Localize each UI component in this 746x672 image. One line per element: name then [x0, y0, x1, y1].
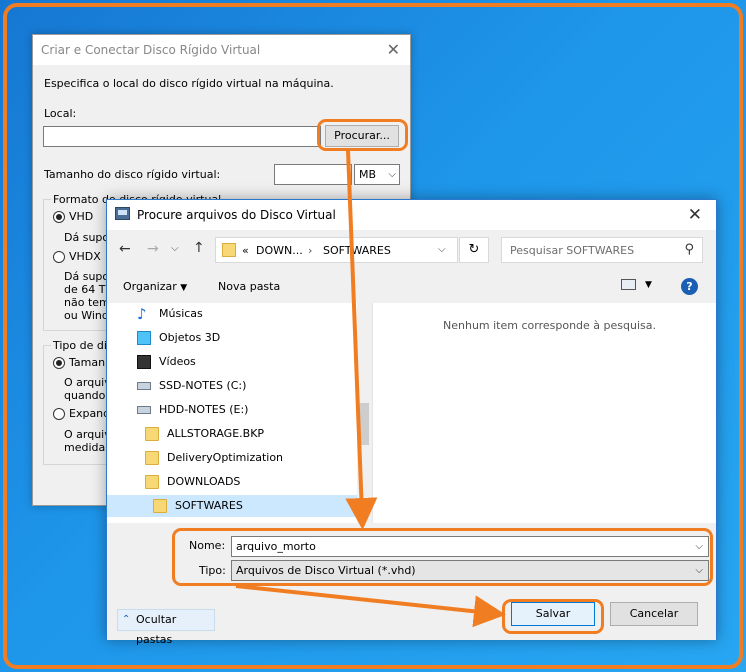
view-mode-icon[interactable] [621, 279, 636, 290]
vhd-app-icon [115, 207, 130, 220]
tree-item-delivery-optimization[interactable]: DeliveryOptimization [145, 447, 357, 469]
fixed-size-radio[interactable] [53, 357, 65, 369]
address-bar[interactable]: « DOWN... › SOFTWARES ⌵ [215, 237, 458, 263]
chevron-down-icon[interactable]: ⌵ [438, 244, 446, 255]
tree-item-videos[interactable]: Vídeos [137, 351, 357, 373]
chevron-down-icon[interactable]: ⌵ [695, 537, 703, 556]
filename-input[interactable]: arquivo_morto ⌵ [231, 536, 709, 557]
tree-scrollbar[interactable] [357, 303, 372, 523]
tree-item-label: HDD-NOTES (E:) [159, 403, 249, 416]
tree-item-label: DOWNLOADS [167, 475, 241, 488]
size-input[interactable] [274, 164, 352, 185]
file-list: Nenhum item corresponde à pesquisa. [373, 303, 716, 523]
folder-icon [222, 243, 236, 257]
save-button[interactable]: Salvar [511, 602, 595, 626]
recent-chevron-icon[interactable]: ⌵ [171, 243, 179, 254]
empty-message: Nenhum item corresponde à pesquisa. [443, 319, 656, 332]
tree-item-ssd-c[interactable]: SSD-NOTES (C:) [137, 375, 357, 397]
vhdx-radio[interactable] [53, 251, 65, 263]
tree-item-musicas[interactable]: ♪ Músicas [137, 303, 357, 325]
file-dialog-titlebar: Procure arquivos do Disco Virtual ✕ [107, 200, 716, 230]
forward-arrow-icon[interactable]: → [147, 241, 159, 257]
drive-icon [137, 382, 151, 390]
vhdx-description-1: Dá supo [64, 270, 110, 283]
size-label: Tamanho do disco rígido virtual: [44, 168, 221, 181]
chevron-down-icon: ⌵ [388, 169, 396, 180]
vhdx-description-4: ou Wind [64, 309, 109, 322]
description-text: Especifica o local do disco rígido virtu… [44, 77, 334, 90]
filetype-value: Arquivos de Disco Virtual (*.vhd) [236, 564, 416, 577]
search-icon: ⚲ [684, 242, 694, 257]
vhd-radio[interactable] [53, 211, 65, 223]
save-panel: Nome: arquivo_morto ⌵ Tipo: Arquivos de … [107, 523, 716, 646]
folder-icon [145, 427, 159, 441]
location-label: Local: [44, 107, 77, 120]
dropdown-arrow-icon: ▼ [180, 283, 188, 293]
breadcrumb-downloads[interactable]: DOWN... [256, 244, 303, 257]
tree-item-label: ALLSTORAGE.BKP [167, 427, 265, 440]
drive-icon [137, 406, 151, 414]
vhd-description: Dá supo [64, 231, 110, 244]
filetype-label: Tipo: [199, 564, 226, 577]
chevron-down-icon: ⌵ [695, 565, 703, 576]
vhdx-description-3: não tem [64, 296, 110, 309]
tree-item-label: SSD-NOTES (C:) [159, 379, 247, 392]
breadcrumb-softwares[interactable]: SOFTWARES [323, 244, 391, 257]
tree-item-softwares[interactable]: SOFTWARES [107, 495, 357, 517]
unit-select[interactable]: MB ⌵ [354, 164, 400, 185]
organize-menu[interactable]: Organizar ▼ [123, 280, 187, 293]
view-dropdown-arrow-icon[interactable]: ▼ [645, 280, 652, 290]
help-icon[interactable]: ? [681, 278, 698, 295]
browse-button[interactable]: Procurar... [325, 125, 399, 147]
organize-label: Organizar [123, 280, 177, 293]
breadcrumb-separator-icon: › [308, 244, 313, 257]
folder-icon [145, 451, 159, 465]
folder-icon [145, 475, 159, 489]
command-toolbar: Organizar ▼ Nova pasta ▼ ? [107, 272, 716, 302]
file-browse-dialog: Procure arquivos do Disco Virtual ✕ ← → … [106, 199, 717, 646]
chevron-up-icon: ⌃ [122, 614, 131, 625]
tree-item-label: Vídeos [159, 355, 196, 368]
unit-select-value: MB [359, 168, 377, 181]
tree-item-label: Músicas [159, 307, 203, 320]
tree-item-hdd-e[interactable]: HDD-NOTES (E:) [137, 399, 357, 421]
search-placeholder: Pesquisar SOFTWARES [510, 244, 635, 257]
filetype-select[interactable]: Arquivos de Disco Virtual (*.vhd) ⌵ [231, 560, 709, 581]
navigation-tree: ♪ Músicas Objetos 3D Vídeos SSD-NOTES (C… [107, 303, 372, 523]
cancel-button[interactable]: Cancelar [610, 602, 698, 626]
new-folder-button[interactable]: Nova pasta [218, 280, 280, 293]
dynamic-radio[interactable] [53, 408, 65, 420]
tree-item-label: DeliveryOptimization [167, 451, 284, 464]
refresh-icon[interactable]: ↻ [459, 237, 489, 263]
filename-label: Nome: [189, 539, 226, 552]
close-icon[interactable]: ✕ [688, 205, 702, 225]
hide-folders-button[interactable]: ⌃ Ocultar pastas [117, 609, 215, 646]
location-input[interactable] [43, 126, 321, 147]
tree-item-allstorage[interactable]: ALLSTORAGE.BKP [145, 423, 357, 445]
filename-value: arquivo_morto [236, 540, 316, 553]
tree-item-label: SOFTWARES [175, 499, 243, 512]
create-vhd-titlebar: Criar e Conectar Disco Rígido Virtual ✕ [33, 35, 410, 65]
hide-folders-label: Ocultar pastas [136, 613, 177, 646]
create-vhd-title: Criar e Conectar Disco Rígido Virtual [41, 43, 261, 57]
up-arrow-icon[interactable]: ↑ [193, 240, 205, 256]
cube-icon [137, 331, 151, 345]
search-box[interactable]: Pesquisar SOFTWARES ⚲ [501, 237, 703, 263]
file-dialog-title: Procure arquivos do Disco Virtual [137, 208, 336, 222]
close-icon[interactable]: ✕ [387, 40, 400, 59]
tree-item-downloads[interactable]: DOWNLOADS [145, 471, 357, 493]
breadcrumb-overflow[interactable]: « [242, 244, 249, 257]
dynamic-label: Expand [69, 407, 111, 420]
vhd-label: VHD [69, 210, 94, 223]
back-arrow-icon[interactable]: ← [119, 241, 131, 257]
vhdx-label: VHDX [69, 250, 101, 263]
music-icon: ♪ [137, 305, 147, 323]
folder-icon [153, 499, 167, 513]
tree-item-label: Objetos 3D [159, 331, 221, 344]
tree-item-objetos-3d[interactable]: Objetos 3D [137, 327, 357, 349]
scrollbar-thumb[interactable] [360, 403, 369, 445]
dynamic-desc-1: O arquiv [64, 428, 111, 441]
video-icon [137, 355, 151, 369]
fixed-size-desc-1: O arquiv [64, 376, 111, 389]
